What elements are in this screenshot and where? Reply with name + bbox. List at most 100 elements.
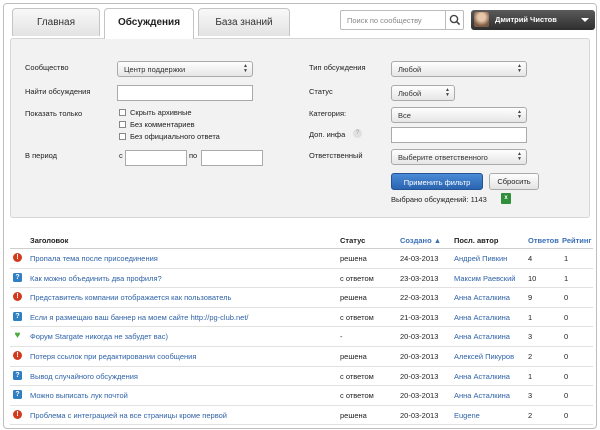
show-only-label: Показать только (25, 109, 83, 118)
discussion-date: 23-03-2013 (400, 273, 439, 283)
discussion-title-link[interactable]: Потеря ссылок при редактировании сообщен… (30, 352, 196, 361)
excel-export-icon[interactable]: x (501, 193, 511, 204)
last-author-link[interactable]: Алексей Пикуров (454, 352, 514, 361)
col-rating[interactable]: Рейтинг (562, 236, 592, 245)
discussions-table: Заголовок Статус Создано ▲ Посл. автор О… (10, 233, 593, 428)
user-menu[interactable]: Дмитрий Чистов (471, 10, 595, 30)
reset-button[interactable]: Сбросить (489, 173, 539, 190)
period-label: В период (25, 151, 58, 160)
no-comments-label: Без комментариев (130, 120, 195, 129)
tab-discussions[interactable]: Обсуждения (104, 8, 194, 39)
discussion-title-link[interactable]: Если я размещаю ваш баннер на моем сайте… (30, 313, 249, 322)
no-official-answer-label: Без официального ответа (130, 132, 220, 141)
select-arrows-icon: ▲ ▼ (445, 87, 450, 98)
chevron-down-icon (581, 18, 589, 22)
col-title[interactable]: Заголовок (30, 236, 68, 245)
search-button[interactable] (445, 11, 463, 29)
answers-count: 3 (528, 332, 533, 342)
extra-info-label: Доп. инфа (309, 130, 346, 139)
search-icon (449, 14, 461, 26)
no-comments-checkbox[interactable] (119, 121, 126, 128)
community-select-value: Центр поддержки (124, 65, 186, 74)
discussion-title-link[interactable]: Как можно объединить два профиля? (30, 274, 162, 283)
discussion-title-link[interactable]: Представитель компании отображается как … (30, 293, 231, 302)
hide-archived-label: Скрыть архивные (130, 108, 192, 117)
discussion-title-link[interactable]: Пропала тема после присоединения (30, 254, 158, 263)
status-label: Статус (309, 87, 333, 96)
period-to-label: по (189, 151, 198, 160)
rating-value: 0 (564, 351, 569, 361)
status-select-value: Любой (398, 89, 422, 98)
community-select[interactable]: Центр поддержки ▲ ▼ (117, 61, 253, 77)
table-row: ? Как можно объединить два профиля? с отве… (10, 269, 593, 289)
col-created[interactable]: Создано ▲ (400, 236, 441, 245)
last-author-link[interactable]: Андрей Пивкин (454, 254, 507, 263)
discussion-status: с ответом (340, 273, 374, 283)
answers-count: 3 (528, 391, 533, 401)
help-icon[interactable]: ? (353, 129, 362, 138)
apply-filter-button[interactable]: Применить фильтр (391, 173, 483, 190)
search-input[interactable] (347, 15, 443, 26)
responsible-select[interactable]: Выберите ответственного ▲ ▼ (391, 149, 527, 165)
period-from-input[interactable] (125, 150, 187, 166)
status-select[interactable]: Любой ▲ ▼ (391, 85, 455, 101)
discussion-date: 22-03-2013 (400, 293, 439, 303)
find-discussions-input[interactable] (117, 85, 253, 101)
col-answers[interactable]: Ответов (528, 236, 559, 245)
hide-archived-checkbox[interactable] (119, 109, 126, 116)
discussion-date: 20-03-2013 (400, 410, 439, 420)
discussion-title-link[interactable]: Форум Stargate никогда не забудет вас) (30, 332, 168, 341)
answers-count: 1 (528, 371, 533, 381)
responsible-label: Ответственный (309, 151, 363, 160)
answers-count: 9 (528, 293, 533, 303)
no-official-answer-checkbox[interactable] (119, 133, 126, 140)
discussion-title-link[interactable]: Можно выписать лук почтой (30, 391, 128, 400)
table-row: ♥ Форум Stargate никогда не забудет вас) -… (10, 327, 593, 347)
discussion-status: решена (340, 254, 367, 263)
discussion-status: - (340, 332, 343, 342)
rating-value: 0 (564, 332, 569, 342)
table-row: !Интеграция с Вконтактерешена20-03-2013А… (10, 425, 593, 428)
rating-value: 0 (564, 312, 569, 322)
table-row: ! Потеря ссылок при редактировании сообще… (10, 347, 593, 367)
answers-count: 4 (528, 254, 533, 263)
tab-knowledge-base[interactable]: База знаний (198, 8, 290, 36)
answers-count: 1 (528, 312, 533, 322)
question-icon: ? (13, 272, 22, 282)
question-icon: ? (13, 311, 22, 321)
discussion-title-link[interactable]: Проблема с интеграцией на все страницы к… (30, 411, 227, 420)
top-navigation: Главная Обсуждения База знаний Дмитрий Ч… (4, 4, 596, 39)
col-last-author[interactable]: Посл. автор (454, 236, 498, 245)
last-author-link[interactable]: Анна Асталкина (454, 391, 510, 400)
last-author-link[interactable]: Анна Асталкина (454, 313, 510, 322)
table-row: ! Представитель компании отображается как… (10, 288, 593, 308)
discussion-status: решена (340, 351, 367, 361)
col-status[interactable]: Статус (340, 236, 365, 245)
tab-home[interactable]: Главная (12, 8, 100, 36)
last-author-link[interactable]: Eugene (454, 411, 480, 420)
table-row: ! Пропала тема после присоединения решена 2… (10, 249, 593, 269)
table-row: ? Если я размещаю ваш баннер на моем сайт… (10, 308, 593, 328)
table-row: ! Проблема с интеграцией на все страницы … (10, 406, 593, 426)
discussion-date: 20-03-2013 (400, 391, 439, 401)
table-body: ! Пропала тема после присоединения решена 2… (10, 249, 593, 428)
extra-info-input[interactable] (391, 127, 527, 143)
table-row: ? Вывод случайного обсуждения с ответом 20-… (10, 367, 593, 387)
last-author-link[interactable]: Анна Асталкина (454, 293, 510, 302)
last-author-link[interactable]: Анна Асталкина (454, 372, 510, 381)
period-to-input[interactable] (201, 150, 263, 166)
discussion-title-link[interactable]: Вывод случайного обсуждения (30, 372, 138, 381)
find-label: Найти обсуждения (25, 87, 91, 96)
type-label: Тип обсуждения (309, 63, 366, 72)
type-select[interactable]: Любой ▲ ▼ (391, 61, 527, 77)
responsible-select-value: Выберите ответственного (398, 153, 488, 162)
avatar (474, 12, 489, 27)
category-select[interactable]: Все ▲ ▼ (391, 107, 527, 123)
select-arrows-icon: ▲ ▼ (517, 109, 522, 120)
period-from-label: с (119, 151, 123, 160)
type-select-value: Любой (398, 65, 422, 74)
last-author-link[interactable]: Анна Асталкина (454, 332, 510, 341)
selected-count: Выбрано обсуждений: 1143 (391, 195, 487, 204)
last-author-link[interactable]: Максим Раевский (454, 274, 515, 283)
discussion-status: решена (340, 410, 367, 420)
